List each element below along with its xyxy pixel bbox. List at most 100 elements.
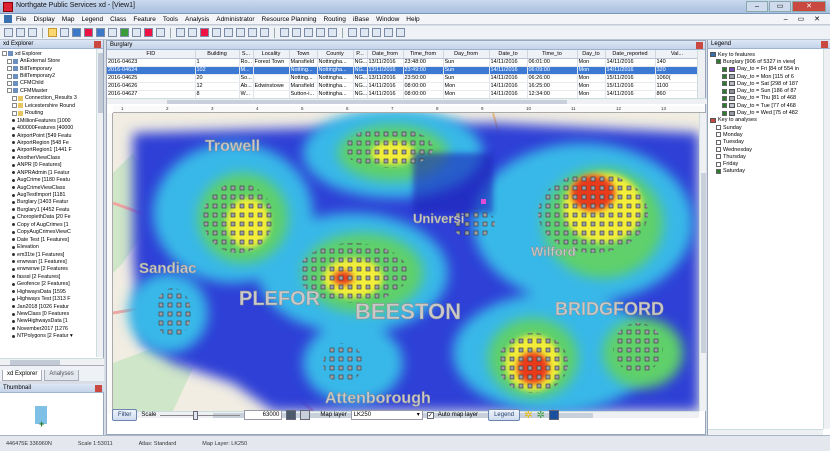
explorer-tree-item[interactable]: Burglary [1403 Featur [2, 199, 97, 206]
explorer-tree-item[interactable]: HighwaysData [1595 [2, 288, 97, 295]
explorer-tree-item[interactable]: Jan2018 [1026 Featur [2, 303, 97, 310]
column-header[interactable]: Town [289, 50, 318, 59]
menu-routing[interactable]: Routing [323, 16, 345, 23]
maximize-button[interactable]: ▭ [769, 1, 791, 12]
legend-checkbox[interactable] [716, 139, 721, 145]
menu-administrator[interactable]: Administrator [216, 16, 254, 23]
slider-handle[interactable] [193, 411, 199, 420]
explorer-tree-item[interactable]: BillTemporary2 [2, 72, 97, 79]
expand-toggle-icon[interactable] [12, 110, 17, 116]
heatmap-map-view[interactable]: Trowell BEESTON Attenborough BRIDGFORD U… [113, 113, 699, 411]
legend-item[interactable]: Day_to = Wed [75 of 482 [710, 109, 823, 116]
pan-icon[interactable] [16, 28, 25, 37]
scale-down-icon[interactable] [286, 410, 297, 420]
menu-help[interactable]: Help [406, 16, 419, 23]
select-icon[interactable] [280, 28, 289, 37]
scroll-thumb[interactable] [98, 53, 103, 113]
column-header[interactable]: Locality [253, 50, 290, 59]
zoom-extent-icon[interactable] [372, 28, 381, 37]
select-polygon-icon[interactable] [316, 28, 325, 37]
legend-item[interactable]: Day_to = Tue [77 of 468 [710, 102, 823, 109]
explorer-tree-item[interactable]: Leicestershire Round [2, 102, 97, 109]
print-icon[interactable] [28, 28, 37, 37]
legend-item[interactable]: Day_to = Sat [298 of 187 [710, 80, 823, 87]
legend-checkbox[interactable] [716, 125, 721, 131]
scale-slider[interactable] [160, 411, 241, 420]
menu-feature[interactable]: Feature [133, 16, 155, 23]
explorer-tree-item[interactable]: Copy of AugCrimes [1 [2, 221, 97, 228]
scroll-thumb[interactable] [167, 100, 567, 104]
select-circle-icon[interactable] [304, 28, 313, 37]
settings-icon[interactable] [156, 28, 165, 37]
legend-checkbox[interactable] [716, 168, 721, 174]
explorer-tree-item[interactable]: NewHighwaysData [1 [2, 318, 97, 325]
polygon-tool-icon[interactable] [236, 28, 245, 37]
legend-checkbox[interactable] [722, 88, 727, 94]
explorer-tree-item[interactable]: AirportRegion [548 Fe [2, 139, 97, 146]
legend-item[interactable]: Thursday [710, 153, 823, 160]
legend-checkbox[interactable] [716, 161, 721, 167]
point-tool-icon[interactable] [176, 28, 185, 37]
text-tool-icon[interactable] [260, 28, 269, 37]
column-header[interactable]: Date_reported [605, 50, 656, 59]
close-panel-icon[interactable] [95, 385, 102, 392]
explorer-tree-item[interactable]: AirportPoint [549 Featu [2, 132, 97, 139]
marker-tool-icon[interactable] [200, 28, 209, 37]
menu-class[interactable]: Class [110, 16, 126, 23]
record-icon[interactable] [84, 28, 93, 37]
column-header[interactable]: Date_to [489, 50, 528, 59]
expand-toggle-icon[interactable] [7, 88, 12, 94]
legend-item[interactable]: Day_to = Fri [84 of 554 in [710, 66, 823, 73]
explorer-tree-item[interactable]: xd Explorer [2, 50, 97, 57]
explorer-tree-item[interactable]: NewClass [0 Features [2, 310, 97, 317]
legend-item[interactable]: Day_to = Sun [186 of 87 [710, 87, 823, 94]
explorer-tree-item[interactable]: November2017 [1276 [2, 325, 97, 332]
legend-button[interactable]: Legend [488, 409, 521, 421]
explorer-tree-item[interactable]: ChoroplethData [20 Fe [2, 214, 97, 221]
explorer-tree-item[interactable]: Connection_Results 3 [2, 95, 97, 102]
layer-icon[interactable] [72, 28, 81, 37]
expand-toggle-icon[interactable] [2, 51, 7, 57]
scale-up-icon[interactable] [300, 410, 311, 420]
menu-file[interactable]: File [16, 16, 26, 23]
legend-item[interactable]: Tuesday [710, 139, 823, 146]
alert-icon[interactable] [144, 28, 153, 37]
column-header[interactable]: Date_from [367, 50, 404, 59]
legend-checkbox[interactable] [722, 74, 727, 80]
explorer-tree-item[interactable]: Geofence [2 Features] [2, 281, 97, 288]
menu-map[interactable]: Map [62, 16, 75, 23]
explorer-tree-item[interactable]: AugCrime [1180 Featu [2, 176, 97, 183]
cluster-style-icon[interactable]: ✲ [536, 410, 544, 421]
map-layer-select[interactable]: LK250 [350, 410, 423, 420]
explorer-tree-item[interactable]: fasssl [2 Features] [2, 273, 97, 280]
explorer-tree-item[interactable]: 1MillionFeatures [1000 [2, 117, 97, 124]
heatmap-style-icon[interactable]: ✲ [524, 410, 532, 421]
legend-item[interactable]: Saturday [710, 168, 823, 175]
explorer-tree-item[interactable]: erwrwrwe [2 Features [2, 266, 97, 273]
filter-button[interactable]: Filter [112, 409, 138, 421]
legend-checkbox[interactable] [716, 147, 721, 152]
column-header[interactable]: County [317, 50, 354, 59]
tab-analyses[interactable]: Analyses [44, 370, 79, 381]
line-tool-icon[interactable] [188, 28, 197, 37]
explorer-tree-item[interactable]: NTPolygons [2 Featur ▾ [2, 333, 97, 340]
grid-icon[interactable] [96, 28, 105, 37]
legend-item[interactable]: Key to features [710, 51, 823, 58]
measure-icon[interactable] [396, 28, 405, 37]
explorer-tree-item[interactable]: AnotherViewClass [2, 154, 97, 161]
calendar-icon[interactable] [132, 28, 141, 37]
mdi-window-controls[interactable]: – ▭ ✕ [784, 15, 824, 23]
select-region-icon[interactable] [292, 28, 301, 37]
column-header[interactable]: S... [239, 50, 254, 59]
zoom-in-icon[interactable] [348, 28, 357, 37]
column-header[interactable]: Day_to [577, 50, 606, 59]
expand-toggle-icon[interactable] [7, 73, 12, 79]
analysis-icon[interactable] [120, 28, 129, 37]
legend-item[interactable]: Sunday [710, 124, 823, 131]
explorer-tree-item[interactable]: AirportRegion1 [1441 F [2, 147, 97, 154]
explorer-tree-item[interactable]: AugTestImport [1181 [2, 191, 97, 198]
legend-item[interactable]: Burglary [906 of 5327 in view] [710, 58, 823, 65]
column-header[interactable]: Building [195, 50, 240, 59]
legend-item[interactable]: Friday [710, 160, 823, 167]
explorer-tree-item[interactable]: ANPR [0 Features] [2, 162, 97, 169]
